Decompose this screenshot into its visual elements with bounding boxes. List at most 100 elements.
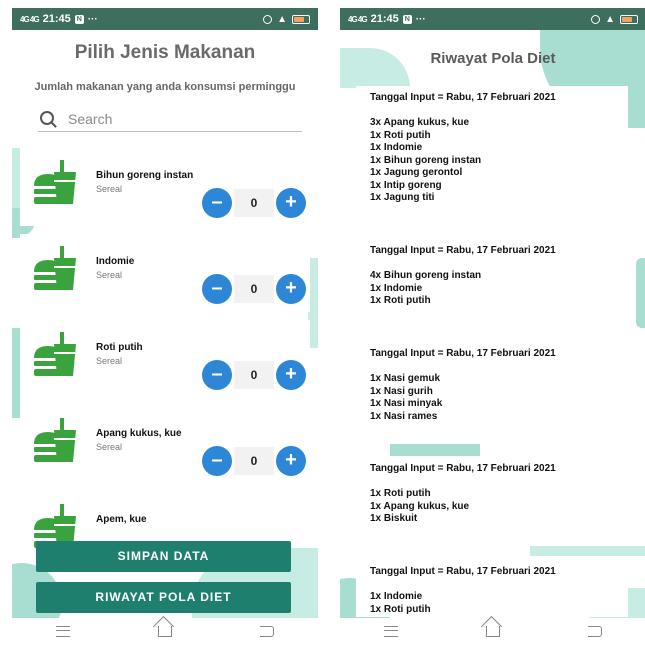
food-name: Bihun goreng instan (96, 170, 194, 181)
decrement-button[interactable]: – (202, 188, 232, 218)
food-name: Apem, kue (96, 514, 147, 525)
history-entry: Tanggal Input = Rabu, 17 Februari 2021 4… (356, 239, 628, 329)
increment-button[interactable]: + (276, 446, 306, 476)
entry-item: 1x Roti putih (370, 488, 431, 499)
entry-item: 1x Nasi gurih (370, 385, 433, 397)
entry-item: 1x Apang kukus, kue (370, 500, 470, 512)
more-notifications: ··· (87, 13, 98, 25)
battery-icon (620, 14, 638, 24)
decor-blob (390, 444, 480, 456)
history-entry: Tanggal Input = Rabu, 17 Februari 2021 3… (356, 86, 628, 236)
quantity-value: 0 (234, 361, 274, 389)
battery-icon (292, 14, 310, 24)
entry-item: 1x Intip goreng (370, 179, 442, 191)
entry-date: Tanggal Input = Rabu, 17 Februari 2021 (370, 463, 556, 474)
alarm-icon (263, 14, 273, 24)
more-notifications: ··· (415, 13, 426, 25)
entry-item: 1x Nasi minyak (370, 398, 443, 409)
home-icon[interactable] (158, 625, 172, 637)
food-card: Apang kukus, kue Sereal – 0 + (20, 406, 310, 484)
entry-item: 1x Biskuit (370, 513, 418, 524)
increment-button[interactable]: + (276, 188, 306, 218)
menu-icon[interactable] (56, 625, 70, 637)
food-category: Sereal (96, 442, 123, 452)
entry-date: Tanggal Input = Rabu, 17 Februari 2021 (370, 566, 556, 577)
status-bar: 4G 4G 21:45 N ··· ▲ (340, 8, 645, 30)
quantity-value: 0 (234, 275, 274, 303)
notification-icon: N (74, 14, 84, 24)
alarm-icon (591, 14, 601, 24)
food-name: Indomie (96, 256, 135, 267)
decor-blob (636, 258, 645, 328)
food-card: Roti putih Sereal – 0 + (20, 320, 310, 398)
wifi-icon: ▲ (277, 13, 287, 25)
entry-item: 4x Bihun goreng instan (370, 270, 482, 281)
entry-item: 1x Roti putih (370, 603, 431, 615)
decor-blob (12, 328, 20, 418)
quantity-stepper: – 0 + (202, 446, 306, 478)
page-title: Pilih Jenis Makanan (74, 42, 256, 63)
entry-item: 1x Indomie (370, 142, 423, 153)
clock: 21:45 (42, 13, 71, 25)
entry-item: 1x Indomie (370, 591, 423, 602)
decor-blob (530, 546, 645, 556)
entry-item: 1x Roti putih (370, 129, 431, 141)
save-data-button[interactable]: SIMPAN DATA (36, 541, 291, 572)
entry-item: 1x Indomie (370, 282, 423, 294)
entry-item: 1x Nasi rames (370, 410, 438, 422)
burger-drink-icon (34, 160, 76, 204)
diet-history-button[interactable]: RIWAYAT POLA DIET (36, 582, 291, 613)
food-name: Roti putih (96, 342, 143, 353)
burger-drink-icon (34, 332, 76, 376)
status-bar: 4G 4G 21:45 N ··· ▲ (12, 8, 318, 30)
history-entry: Tanggal Input = Rabu, 17 Februari 2021 1… (356, 342, 628, 442)
page-subtitle: Jumlah makanan yang anda konsumsi permin… (34, 81, 296, 93)
wifi-icon: ▲ (605, 13, 615, 25)
clock: 21:45 (370, 13, 399, 25)
burger-drink-icon (34, 246, 76, 290)
food-category: Sereal (96, 270, 123, 280)
quantity-stepper: – 0 + (202, 188, 306, 220)
quantity-value: 0 (234, 447, 274, 475)
search-bar (38, 108, 302, 132)
food-selection-screen: 4G 4G 21:45 N ··· ▲ Pilih Jenis Makanan … (12, 8, 318, 644)
food-card: Indomie Sereal – 0 + (20, 234, 310, 312)
food-name: Apang kukus, kue (96, 428, 182, 439)
entry-date: Tanggal Input = Rabu, 17 Februari 2021 (370, 245, 556, 256)
back-icon[interactable] (588, 625, 602, 637)
increment-button[interactable]: + (276, 274, 306, 304)
food-category: Sereal (96, 356, 123, 366)
system-nav-bar (12, 618, 318, 644)
quantity-value: 0 (234, 189, 274, 217)
entry-item: 1x Nasi gemuk (370, 373, 441, 384)
system-nav-bar (340, 618, 645, 644)
history-entry: Tanggal Input = Rabu, 17 Februari 2021 1… (356, 560, 628, 617)
signal-icon: 4G 4G (348, 14, 368, 24)
search-icon[interactable] (40, 111, 54, 125)
diet-history-screen: 4G 4G 21:45 N ··· ▲ Riwayat Pola Diet Ta… (340, 8, 645, 644)
home-icon[interactable] (486, 625, 500, 637)
notification-icon: N (402, 14, 412, 24)
food-card: Apem, kue (20, 492, 310, 548)
decrement-button[interactable]: – (202, 360, 232, 390)
entry-item: 1x Jagung gerontol (370, 167, 463, 178)
entry-item: 1x Bihun goreng instan (370, 154, 482, 166)
search-input[interactable] (66, 110, 290, 128)
decrement-button[interactable]: – (202, 446, 232, 476)
history-entry: Tanggal Input = Rabu, 17 Februari 2021 1… (356, 457, 628, 542)
food-card: Bihun goreng instan Sereal – 0 + (20, 148, 310, 226)
back-icon[interactable] (260, 625, 274, 637)
menu-icon[interactable] (384, 625, 398, 637)
entry-item: 1x Jagung titi (370, 192, 435, 203)
signal-icon: 4G 4G (20, 14, 40, 24)
page-title: Riwayat Pola Diet (430, 50, 556, 67)
entry-item: 1x Roti putih (370, 295, 431, 306)
entry-item: 3x Apang kukus, kue (370, 117, 470, 128)
burger-drink-icon (34, 418, 76, 462)
entry-date: Tanggal Input = Rabu, 17 Februari 2021 (370, 92, 556, 103)
entry-date: Tanggal Input = Rabu, 17 Februari 2021 (370, 348, 556, 359)
quantity-stepper: – 0 + (202, 274, 306, 306)
increment-button[interactable]: + (276, 360, 306, 390)
decrement-button[interactable]: – (202, 274, 232, 304)
food-category: Sereal (96, 184, 123, 194)
